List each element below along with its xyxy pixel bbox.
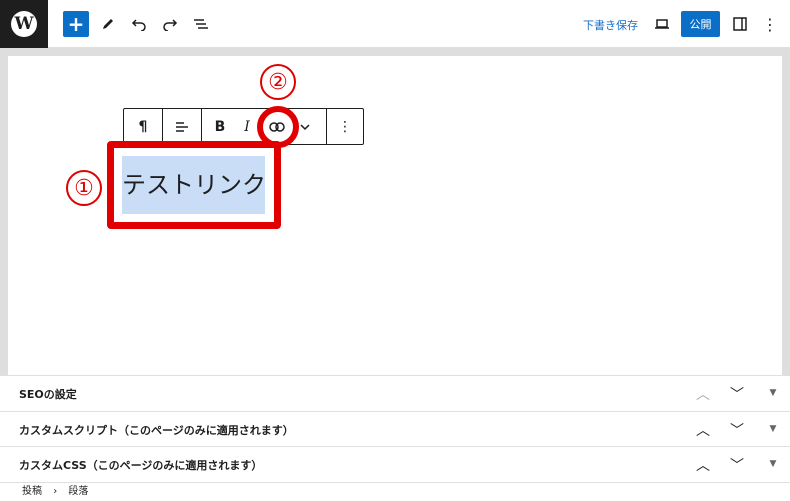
undo-icon [131,19,146,31]
custom-css-panel[interactable]: カスタムCSS（このページのみに適用されます） ︿ ﹀ ▼ [0,446,790,482]
chevron-down-icon [300,123,310,130]
annotation-highlight-box [107,141,281,229]
pencil-icon [103,19,113,29]
panel-title: カスタムCSS（このページのみに適用されます） [19,459,263,472]
document-overview-button[interactable] [190,11,212,37]
list-view-icon [194,19,208,29]
chevron-down-icon[interactable]: ﹀ [728,384,746,404]
save-draft-button[interactable]: 下書き保存 [583,17,638,33]
toolbar-divider [201,109,202,144]
chevron-down-icon[interactable]: ﹀ [728,420,746,440]
redo-icon [163,19,178,31]
options-button[interactable]: ⋮ [761,11,779,37]
chevron-up-icon[interactable]: ︿ [694,384,712,404]
add-block-button[interactable]: + [63,11,89,37]
bold-button[interactable]: B [208,109,232,144]
redo-button[interactable] [159,11,181,37]
preview-button[interactable] [651,11,673,37]
caret-down-icon[interactable]: ▼ [764,388,782,398]
publish-button[interactable]: 公開 [681,11,720,37]
sidebar-icon [733,17,747,31]
annotation-number-one: ① [66,170,102,206]
chevron-down-icon[interactable]: ﹀ [728,455,746,475]
annotation-number-two: ② [260,64,296,100]
custom-script-panel[interactable]: カスタムスクリプト（このページのみに適用されます） ︿ ﹀ ▼ [0,411,790,447]
align-left-icon [176,121,188,132]
undo-button[interactable] [128,11,150,37]
vertical-ellipsis-icon: ⋮ [762,14,778,34]
caret-down-icon[interactable]: ▼ [764,459,782,469]
wordpress-logo-icon[interactable]: W [0,0,48,48]
align-button[interactable] [163,109,201,144]
paragraph-block-button[interactable]: ¶ [124,109,162,144]
panel-title: SEOの設定 [19,388,77,401]
edit-tools-button[interactable] [97,11,119,37]
settings-sidebar-button[interactable] [729,11,751,37]
annotation-highlight-circle [257,106,299,148]
caret-down-icon[interactable]: ▼ [764,424,782,434]
seo-settings-panel[interactable]: SEOの設定 ︿ ﹀ ▼ [0,375,790,411]
panel-title: カスタムスクリプト（このページのみに適用されます） [19,424,294,437]
editor-top-bar: W + 下書き保存 公開 ⋮ [0,0,790,48]
breadcrumb-item-paragraph[interactable]: 段落 [68,486,88,497]
chevron-up-icon[interactable]: ︿ [694,455,712,475]
italic-button[interactable]: I [236,109,258,144]
laptop-icon [655,19,669,29]
block-options-button[interactable]: ⋮ [327,109,363,144]
block-breadcrumb: 投稿 › 段落 [0,482,790,501]
breadcrumb-separator: › [53,486,58,497]
breadcrumb-item-post[interactable]: 投稿 [22,486,42,497]
plus-icon: + [67,12,85,36]
block-toolbar: ¶ B I ⋮ [123,108,364,145]
chevron-up-icon[interactable]: ︿ [694,420,712,440]
